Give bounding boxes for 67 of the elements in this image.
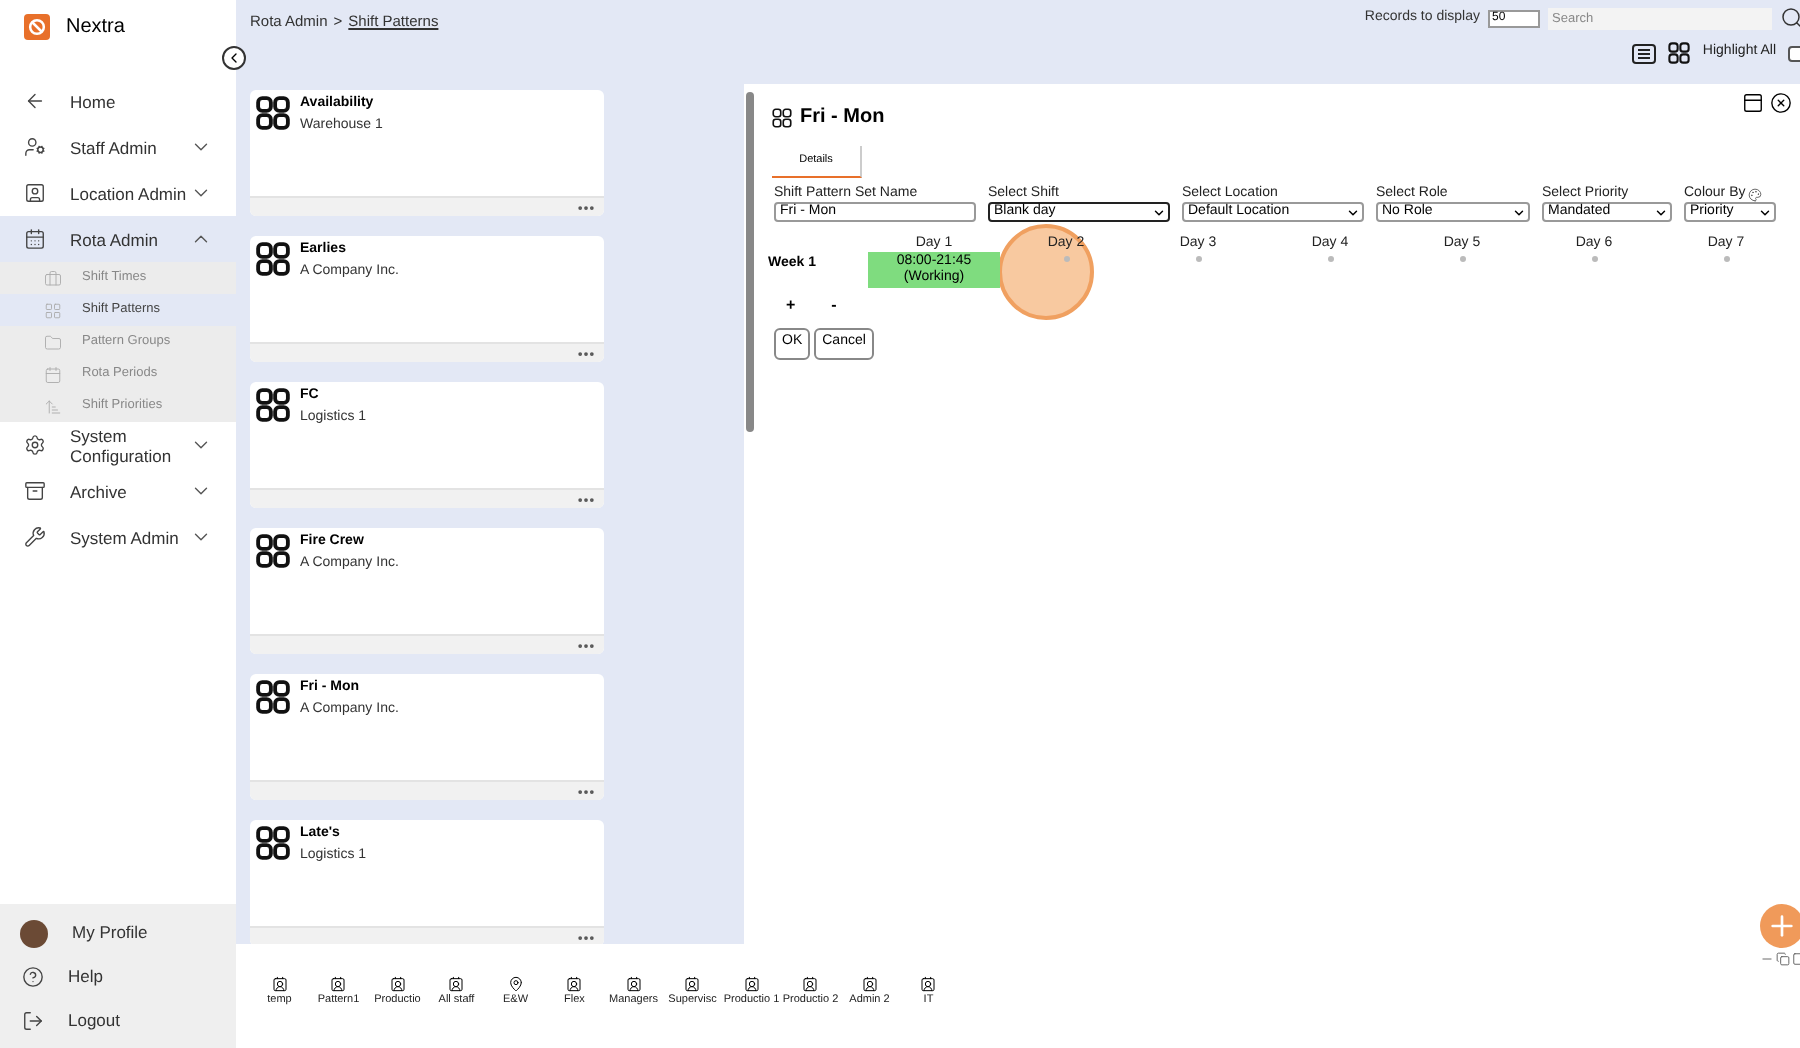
back-icon: [24, 90, 46, 112]
logo-icon: [24, 13, 50, 39]
avatar: [20, 919, 48, 948]
calendar-icon: [44, 365, 62, 383]
app-name: Nextra: [66, 13, 125, 41]
footer-item[interactable]: Logout: [0, 998, 236, 1043]
list-view-icon[interactable]: [1632, 43, 1657, 63]
grid-icon: [256, 96, 290, 130]
briefcase-icon: [44, 269, 62, 287]
restore-icon[interactable]: [1776, 952, 1790, 966]
touch-indicator: [998, 224, 1094, 320]
pin-icon: [507, 976, 524, 992]
footer-item[interactable]: Help: [0, 955, 236, 999]
scrollbar[interactable]: [746, 92, 754, 432]
person-card-icon: [330, 976, 347, 992]
help-icon: [22, 966, 44, 988]
person-card-icon: [625, 976, 642, 992]
person-card-icon: [566, 976, 583, 992]
grid-icon: [256, 242, 290, 276]
sort-icon: [44, 397, 62, 415]
person-card-icon: [743, 976, 760, 992]
person-card-icon: [389, 976, 406, 992]
grid-icon: [256, 534, 290, 568]
grid-icon: [772, 107, 792, 127]
add-week-button[interactable]: +: [786, 297, 796, 313]
dropdown-icon: [1152, 205, 1166, 219]
person-card-icon: [448, 976, 465, 992]
archive-box-icon: [24, 480, 46, 502]
chevron-left-icon: [226, 50, 242, 66]
nav-item[interactable]: System Admin: [0, 514, 236, 560]
person-card-icon: [861, 976, 878, 992]
person-card-icon: [684, 976, 701, 992]
plus-icon: [1766, 910, 1798, 942]
person-card-icon: [920, 976, 937, 992]
logout-icon: [22, 1009, 44, 1032]
grid-icon: [256, 388, 290, 422]
close-icon[interactable]: [1770, 92, 1792, 114]
collapse-button[interactable]: [222, 46, 246, 70]
gear-icon: [24, 434, 46, 456]
footer-item[interactable]: My Profile: [0, 912, 236, 956]
panel-title: Fri - Mon: [800, 104, 885, 132]
remove-week-button[interactable]: -: [831, 297, 837, 313]
person-card-icon: [802, 976, 819, 992]
dropdown-icon: [1758, 205, 1772, 219]
grid-icon: [256, 826, 290, 860]
nav-item[interactable]: Location Admin: [0, 170, 236, 216]
dropdown-icon: [1346, 205, 1360, 219]
highlight-all-checkbox[interactable]: [1788, 45, 1800, 61]
dropdown-icon: [1654, 205, 1668, 219]
nav-item[interactable]: System Configuration: [0, 422, 236, 468]
wrench-icon: [24, 526, 46, 548]
nav-item[interactable]: Home: [0, 78, 236, 124]
palette-icon[interactable]: [1747, 187, 1762, 201]
user-gear-icon: [24, 136, 46, 158]
grid-icon: [44, 301, 62, 319]
nav-item[interactable]: Staff Admin: [0, 124, 236, 170]
nav-item[interactable]: Rota Admin: [0, 216, 236, 262]
person-card-icon: [24, 182, 46, 204]
calendar-icon: [24, 228, 46, 250]
dropdown-icon: [1512, 205, 1526, 219]
search-icon[interactable]: [1780, 6, 1800, 30]
person-card-icon: [271, 976, 288, 992]
window-icon[interactable]: [1742, 92, 1764, 114]
folder-icon: [44, 333, 62, 351]
nav-item[interactable]: Archive: [0, 468, 236, 514]
grid-view-icon: [1668, 42, 1691, 64]
grid-icon: [256, 680, 290, 714]
